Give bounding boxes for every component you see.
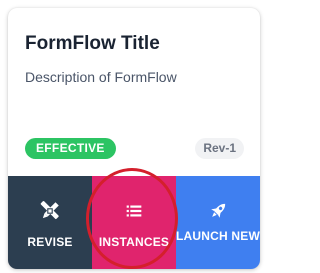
instances-label: INSTANCES [98,235,170,249]
rocket-icon [207,200,229,222]
launch-new-label: LAUNCH NEW [176,229,260,243]
card-title: FormFlow Title [25,33,160,54]
launch-new-button[interactable]: LAUNCH NEW [176,176,260,269]
card-description: Description of FormFlow [25,69,177,85]
edit-tools-icon [39,200,61,222]
formflow-card: FormFlow Title Description of FormFlow E… [8,8,260,269]
instances-button[interactable]: INSTANCES [92,176,176,269]
list-icon [123,200,145,222]
status-badge: EFFECTIVE [25,138,116,159]
card-actions: REVISE INSTANCES LAUNCH NEW [8,176,260,269]
revise-label: REVISE [27,235,73,249]
revision-badge: Rev-1 [195,138,244,159]
revise-button[interactable]: REVISE [8,176,92,269]
